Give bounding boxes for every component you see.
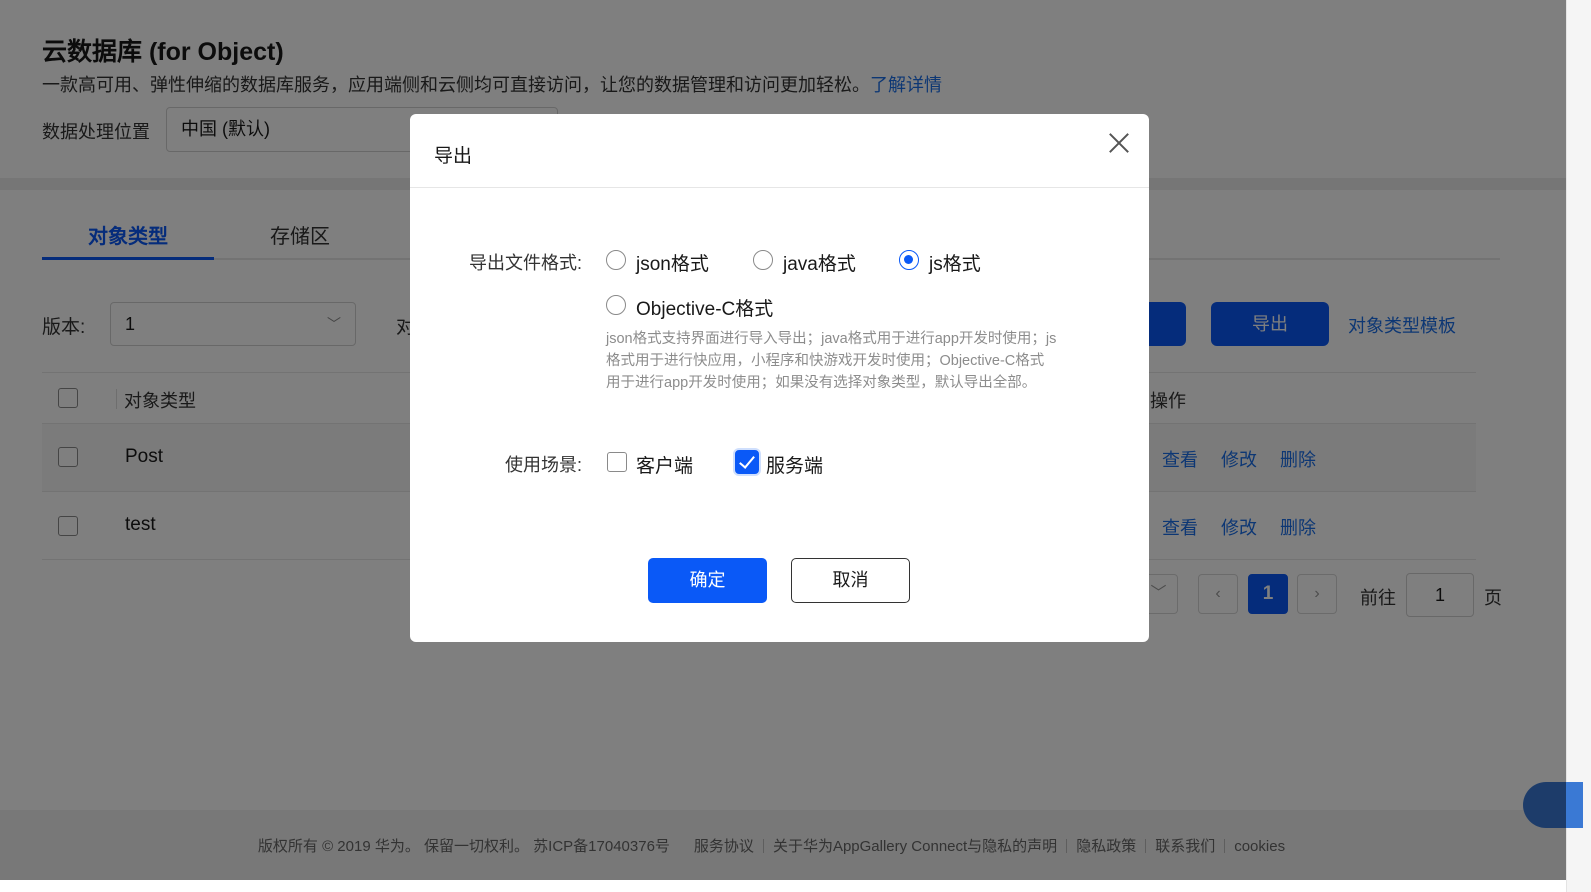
dialog-title: 导出 (434, 146, 473, 167)
scene-checkbox-server[interactable] (735, 450, 759, 474)
format-hint-text: json格式支持界面进行导入导出；java格式用于进行app开发时使用；js格式… (606, 331, 1057, 391)
export-dialog: 导出 导出文件格式: json格式 java格式 js格式 Objective-… (410, 114, 1149, 642)
format-option-label[interactable]: java格式 (783, 249, 856, 276)
close-icon[interactable] (1106, 130, 1132, 156)
format-radio-java[interactable] (753, 250, 773, 270)
format-radio-js[interactable] (899, 250, 919, 270)
format-option-label[interactable]: js格式 (929, 249, 981, 276)
dialog-header: 导出 (410, 114, 1149, 188)
cancel-button[interactable]: 取消 (791, 558, 910, 603)
format-option-label[interactable]: Objective-C格式 (636, 294, 773, 321)
page-scrollbar[interactable] (1566, 0, 1591, 892)
usage-scene-label: 使用场景: (504, 455, 582, 475)
format-radio-objective-c[interactable] (606, 295, 626, 315)
format-radio-json[interactable] (606, 250, 626, 270)
format-option-label[interactable]: json格式 (636, 249, 709, 276)
confirm-button[interactable]: 确定 (648, 558, 767, 603)
scene-option-label[interactable]: 客户端 (636, 451, 693, 478)
scene-checkbox-client[interactable] (607, 452, 627, 472)
export-format-label: 导出文件格式: (468, 253, 582, 273)
scene-option-label[interactable]: 服务端 (766, 451, 823, 478)
